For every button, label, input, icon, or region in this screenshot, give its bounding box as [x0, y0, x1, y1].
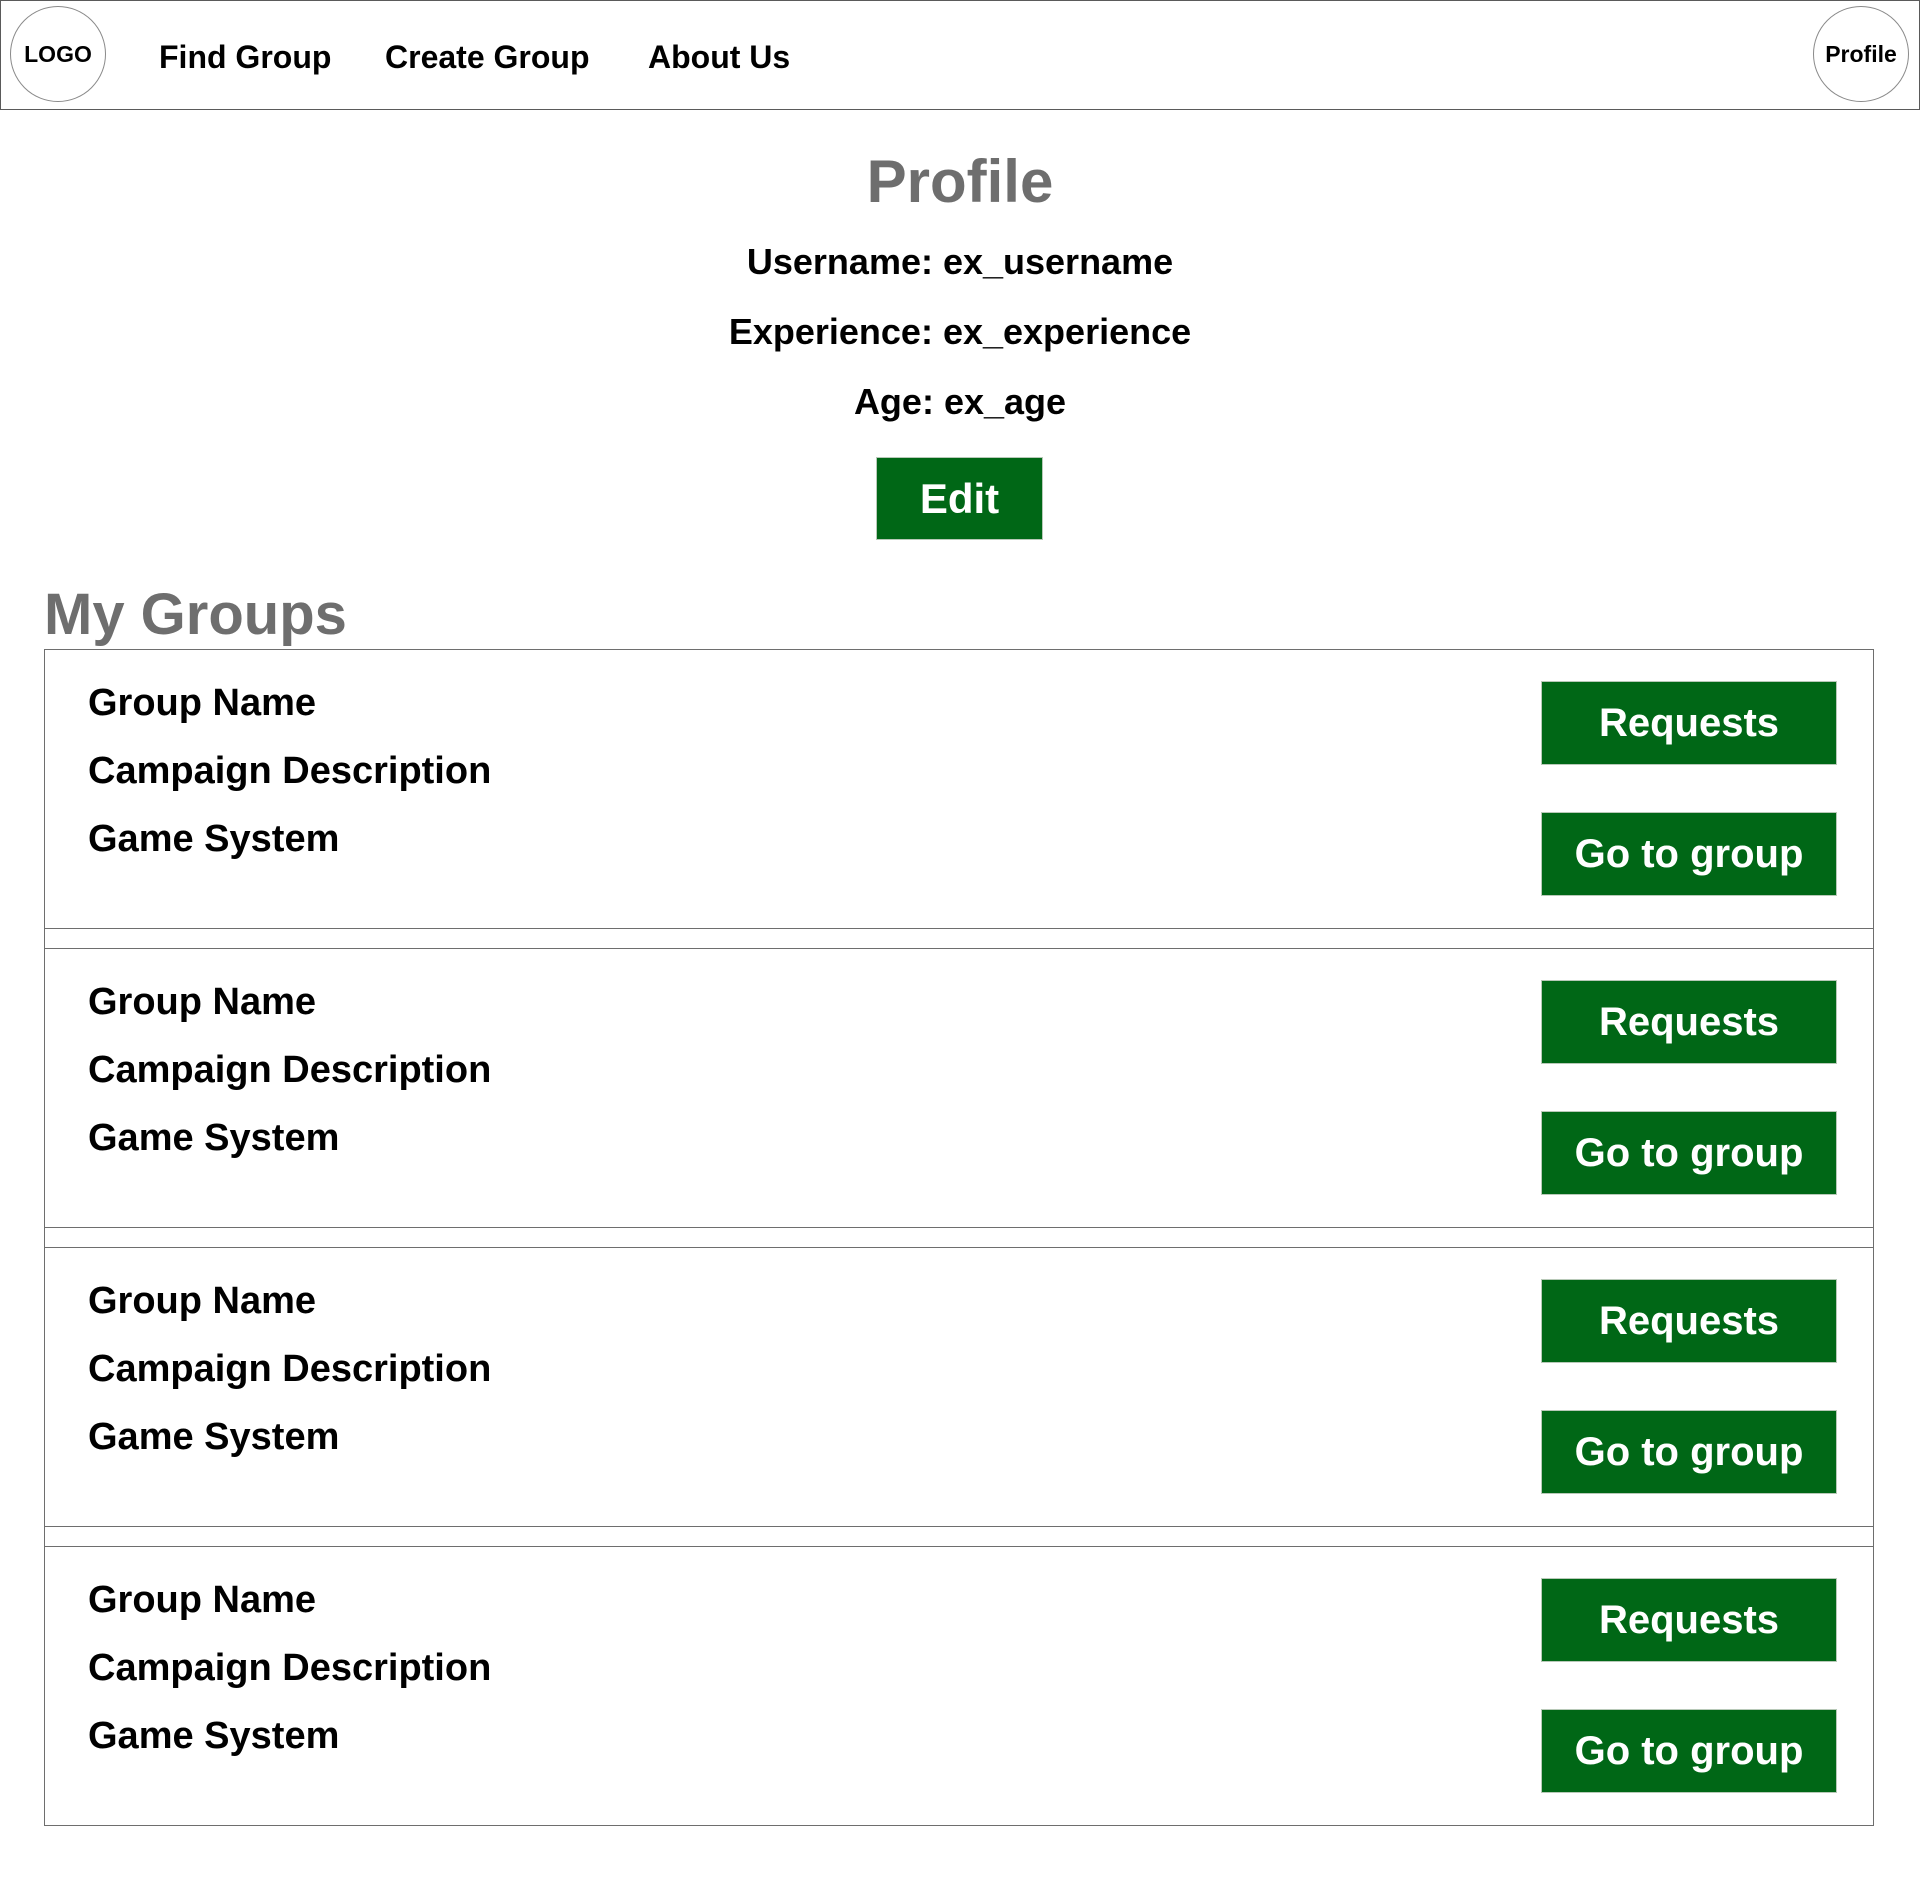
group-campaign-description: Campaign Description	[88, 1049, 492, 1091]
go-to-group-button[interactable]: Go to group	[1541, 1111, 1837, 1195]
group-card: Group Name Campaign Description Game Sys…	[44, 1247, 1874, 1527]
group-divider	[44, 1227, 1874, 1248]
group-requests-button[interactable]: Requests	[1541, 980, 1837, 1064]
profile-age: Age: ex_age	[853, 381, 1067, 422]
go-to-group-button[interactable]: Go to group	[1541, 1410, 1837, 1494]
top-navbar: LOGO Find Group Create Group About Us Pr…	[0, 0, 1920, 110]
group-game-system: Game System	[88, 818, 340, 860]
group-game-system: Game System	[88, 1416, 340, 1458]
group-game-system: Game System	[88, 1715, 340, 1757]
group-requests-button[interactable]: Requests	[1541, 681, 1837, 765]
nav-link-find-group[interactable]: Find Group	[159, 37, 331, 77]
edit-profile-button[interactable]: Edit	[876, 457, 1043, 540]
group-game-system: Game System	[88, 1117, 340, 1159]
nav-link-create-group[interactable]: Create Group	[385, 37, 589, 77]
group-card: Group Name Campaign Description Game Sys…	[44, 1546, 1874, 1826]
group-divider	[44, 1526, 1874, 1547]
group-campaign-description: Campaign Description	[88, 1647, 492, 1689]
group-name: Group Name	[88, 1579, 317, 1621]
page-title: Profile	[866, 148, 1054, 215]
nav-link-about-us[interactable]: About Us	[648, 37, 790, 77]
logo[interactable]: LOGO	[10, 6, 106, 102]
profile-experience: Experience: ex_experience	[728, 311, 1192, 352]
group-card: Group Name Campaign Description Game Sys…	[44, 948, 1874, 1228]
group-requests-button[interactable]: Requests	[1541, 1578, 1837, 1662]
profile-avatar-button[interactable]: Profile	[1813, 6, 1909, 102]
go-to-group-button[interactable]: Go to group	[1541, 812, 1837, 896]
group-divider	[44, 928, 1874, 949]
group-card: Group Name Campaign Description Game Sys…	[44, 649, 1874, 929]
group-campaign-description: Campaign Description	[88, 1348, 492, 1390]
go-to-group-button[interactable]: Go to group	[1541, 1709, 1837, 1793]
group-name: Group Name	[88, 1280, 317, 1322]
group-requests-button[interactable]: Requests	[1541, 1279, 1837, 1363]
group-name: Group Name	[88, 981, 317, 1023]
profile-username: Username: ex_username	[746, 241, 1174, 282]
group-campaign-description: Campaign Description	[88, 750, 492, 792]
group-name: Group Name	[88, 682, 317, 724]
my-groups-heading: My Groups	[44, 582, 347, 647]
